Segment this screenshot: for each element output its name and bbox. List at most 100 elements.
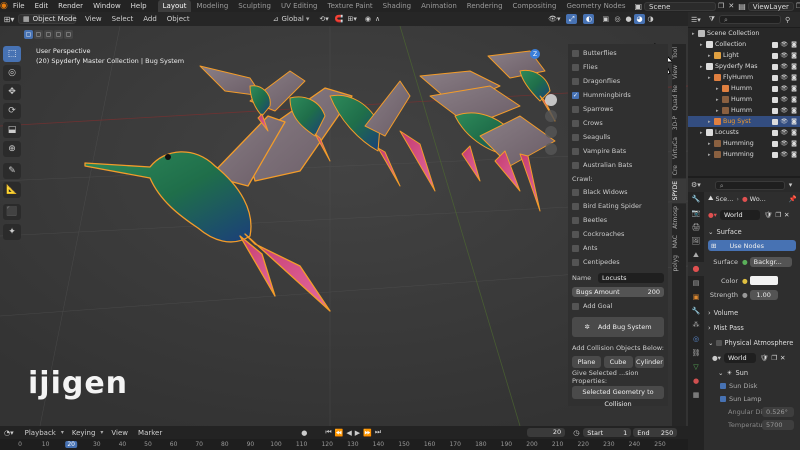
measure-tool-icon[interactable]: 📐 [3,182,21,198]
outliner-search-input[interactable]: ⌕ [719,15,782,24]
tab-compositing[interactable]: Compositing [508,0,562,12]
duplicate-icon[interactable]: ❐ [775,211,781,219]
use-nodes-button[interactable]: ⊞ Use Nodes [708,240,796,251]
shading-material-icon[interactable]: ◕ [634,14,646,24]
timeline-editor-icon[interactable]: ◔▾ [4,429,14,437]
tool-tab-icon[interactable]: 🔧 [688,192,704,206]
prev-keyframe-icon[interactable]: ⏪ [335,429,344,437]
frame-ruler[interactable]: 0 10 20 30 40 50 60 70 80 90 100 110 120 130 140 150 160… [0,439,688,450]
exclude-checkbox-icon[interactable] [772,107,778,114]
shading-rendered-icon[interactable]: ◑ [645,14,656,24]
scene-tab-icon[interactable]: ⛰ [688,248,704,262]
eye-icon[interactable]: 👁 [780,52,788,59]
eye-icon[interactable]: 👁 [780,63,788,70]
shading-wireframe-icon[interactable]: ◎ [612,14,623,24]
object-tab-icon[interactable]: ▣ [688,290,704,304]
checkbox-seagulls[interactable]: Seagulls [568,130,668,144]
strength-field[interactable]: 1.00 [749,289,778,300]
color-swatch[interactable] [749,276,778,285]
tab-texture-paint[interactable]: Texture Paint [323,0,378,12]
new-scene-icon[interactable]: ❐ [718,2,724,10]
shading-solid-icon[interactable]: ● [623,14,634,24]
editor-type-icon[interactable]: ⊞▾ [0,15,18,24]
outliner-row[interactable]: ▸ Locusts 👁 ◙ [688,127,800,138]
sidebar-tab-virtuca[interactable]: VirtuCa [672,134,686,162]
blender-logo-icon[interactable]: ◉ [0,1,8,11]
scale-tool-icon[interactable]: ⬓ [3,122,21,138]
properties-search-input[interactable]: ⌕ [714,180,785,190]
eye-icon[interactable]: 👁 [780,151,788,158]
timeline-menu-view[interactable]: View [106,429,133,437]
sidebar-tab-view[interactable]: View [672,62,686,82]
pin-icon[interactable]: 📌 [789,195,797,203]
view-layer-field[interactable]: ViewLayer [747,1,794,11]
data-tab-icon[interactable]: ▽ [688,360,704,374]
exclude-checkbox-icon[interactable] [772,129,778,136]
camera-icon[interactable]: ◙ [791,151,797,158]
output-tab-icon[interactable]: 🖨 [688,220,704,234]
select-box-tool-icon[interactable]: ⬚ [3,46,21,62]
add-cylinder-collision-button[interactable]: Cylinder [635,356,664,368]
checkbox-ants[interactable]: Ants [568,241,668,255]
camera-icon[interactable]: ◙ [791,118,797,125]
current-frame-field[interactable]: 20 [527,428,566,437]
overlay-toggle-icon[interactable]: ◐ [583,14,595,24]
outliner-row[interactable]: ▸ Scene Collection [688,28,800,39]
start-frame-field[interactable]: Start 1 [583,428,632,437]
bugs-amount-field[interactable]: Bugs Amount 200 [572,287,664,297]
sun-disk-checkbox[interactable]: Sun Disk [704,379,800,392]
view-layer-tab-icon[interactable]: 🖼 [688,234,704,248]
add-cube-tool-icon[interactable]: ⬛ [3,204,21,220]
physics-tab-icon[interactable]: ◎ [688,332,704,346]
sidebar-tab-mac[interactable]: MAC [672,232,686,251]
world-browse-icon[interactable]: ●▾ [708,211,717,219]
outliner-row[interactable]: ▸ Humm 👁 ◙ [688,83,800,94]
jump-end-icon[interactable]: ⏭ [375,428,381,437]
select-extend-icon[interactable]: ▢ [34,30,43,39]
surface-shader-field[interactable]: Backgr... [749,256,792,267]
xray-icon[interactable]: ▣ [602,15,609,23]
constraints-tab-icon[interactable]: ⛓ [688,346,704,360]
selected-geometry-button[interactable]: Selected Geometry to Collision [572,386,664,408]
add-plane-collision-button[interactable]: Plane [572,356,601,368]
sidebar-tab-spyde[interactable]: SPYDE [672,178,686,204]
sidebar-tab-tool[interactable]: Tool [672,44,686,62]
pivot-icon[interactable]: ⟲▾ [319,15,328,23]
delete-scene-icon[interactable]: ✕ [728,2,734,10]
sidebar-tab-atmosp[interactable]: Atmosp [672,203,686,232]
exclude-checkbox-icon[interactable] [772,52,778,59]
add-bug-system-button[interactable]: ✲ Add Bug System [572,317,664,337]
menu-file[interactable]: File [8,2,30,10]
rotate-tool-icon[interactable]: ⟳ [3,103,21,119]
outliner-row[interactable]: ▸ Humm 👁 ◙ [688,105,800,116]
tab-layout[interactable]: Layout [157,0,192,12]
properties-editor-icon[interactable]: ⚙▾ [691,181,701,189]
checkbox-crows[interactable]: Crows [568,116,668,130]
tab-rendering[interactable]: Rendering [462,0,508,12]
outliner-row[interactable]: ▸ Spyderfy Mas 👁 ◙ [688,61,800,72]
eye-icon[interactable]: 👁 [780,41,788,48]
visibility-icon[interactable]: 👁▾ [548,15,560,23]
name-field[interactable]: Locusts [598,273,664,283]
menu-edit[interactable]: Edit [30,2,54,10]
world-name-field[interactable]: World [719,209,760,220]
eye-icon[interactable]: 👁 [780,74,788,81]
mist-section-header[interactable]: › Mist Pass [704,321,800,334]
sidebar-tab-cre[interactable]: Cre [672,162,686,178]
annotate-tool-icon[interactable]: ✎ [3,163,21,179]
angular-diameter-field[interactable]: 0.526° [762,406,794,417]
select-subtract-icon[interactable]: ▢ [44,30,53,39]
mode-selector[interactable]: ▦ Object Mode [18,14,77,24]
camera-icon[interactable]: ◙ [791,63,797,70]
move-tool-icon[interactable]: ✥ [3,84,21,100]
select-invert-icon[interactable]: ▢ [54,30,63,39]
filter-icon[interactable]: ⧩ [709,15,715,24]
world-browse-icon[interactable]: ●▾ [712,354,721,362]
outliner-row[interactable]: ▸ FlyHumm 👁 ◙ [688,72,800,83]
outliner-row[interactable]: ▸ Humming 👁 ◙ [688,149,800,160]
checkbox-flies[interactable]: Flies [568,60,668,74]
eye-icon[interactable]: 👁 [780,107,788,114]
checkbox-cockroaches[interactable]: Cockroaches [568,227,668,241]
checkbox-australian-bats[interactable]: Australian Bats [568,158,668,172]
tab-modeling[interactable]: Modeling [191,0,233,12]
